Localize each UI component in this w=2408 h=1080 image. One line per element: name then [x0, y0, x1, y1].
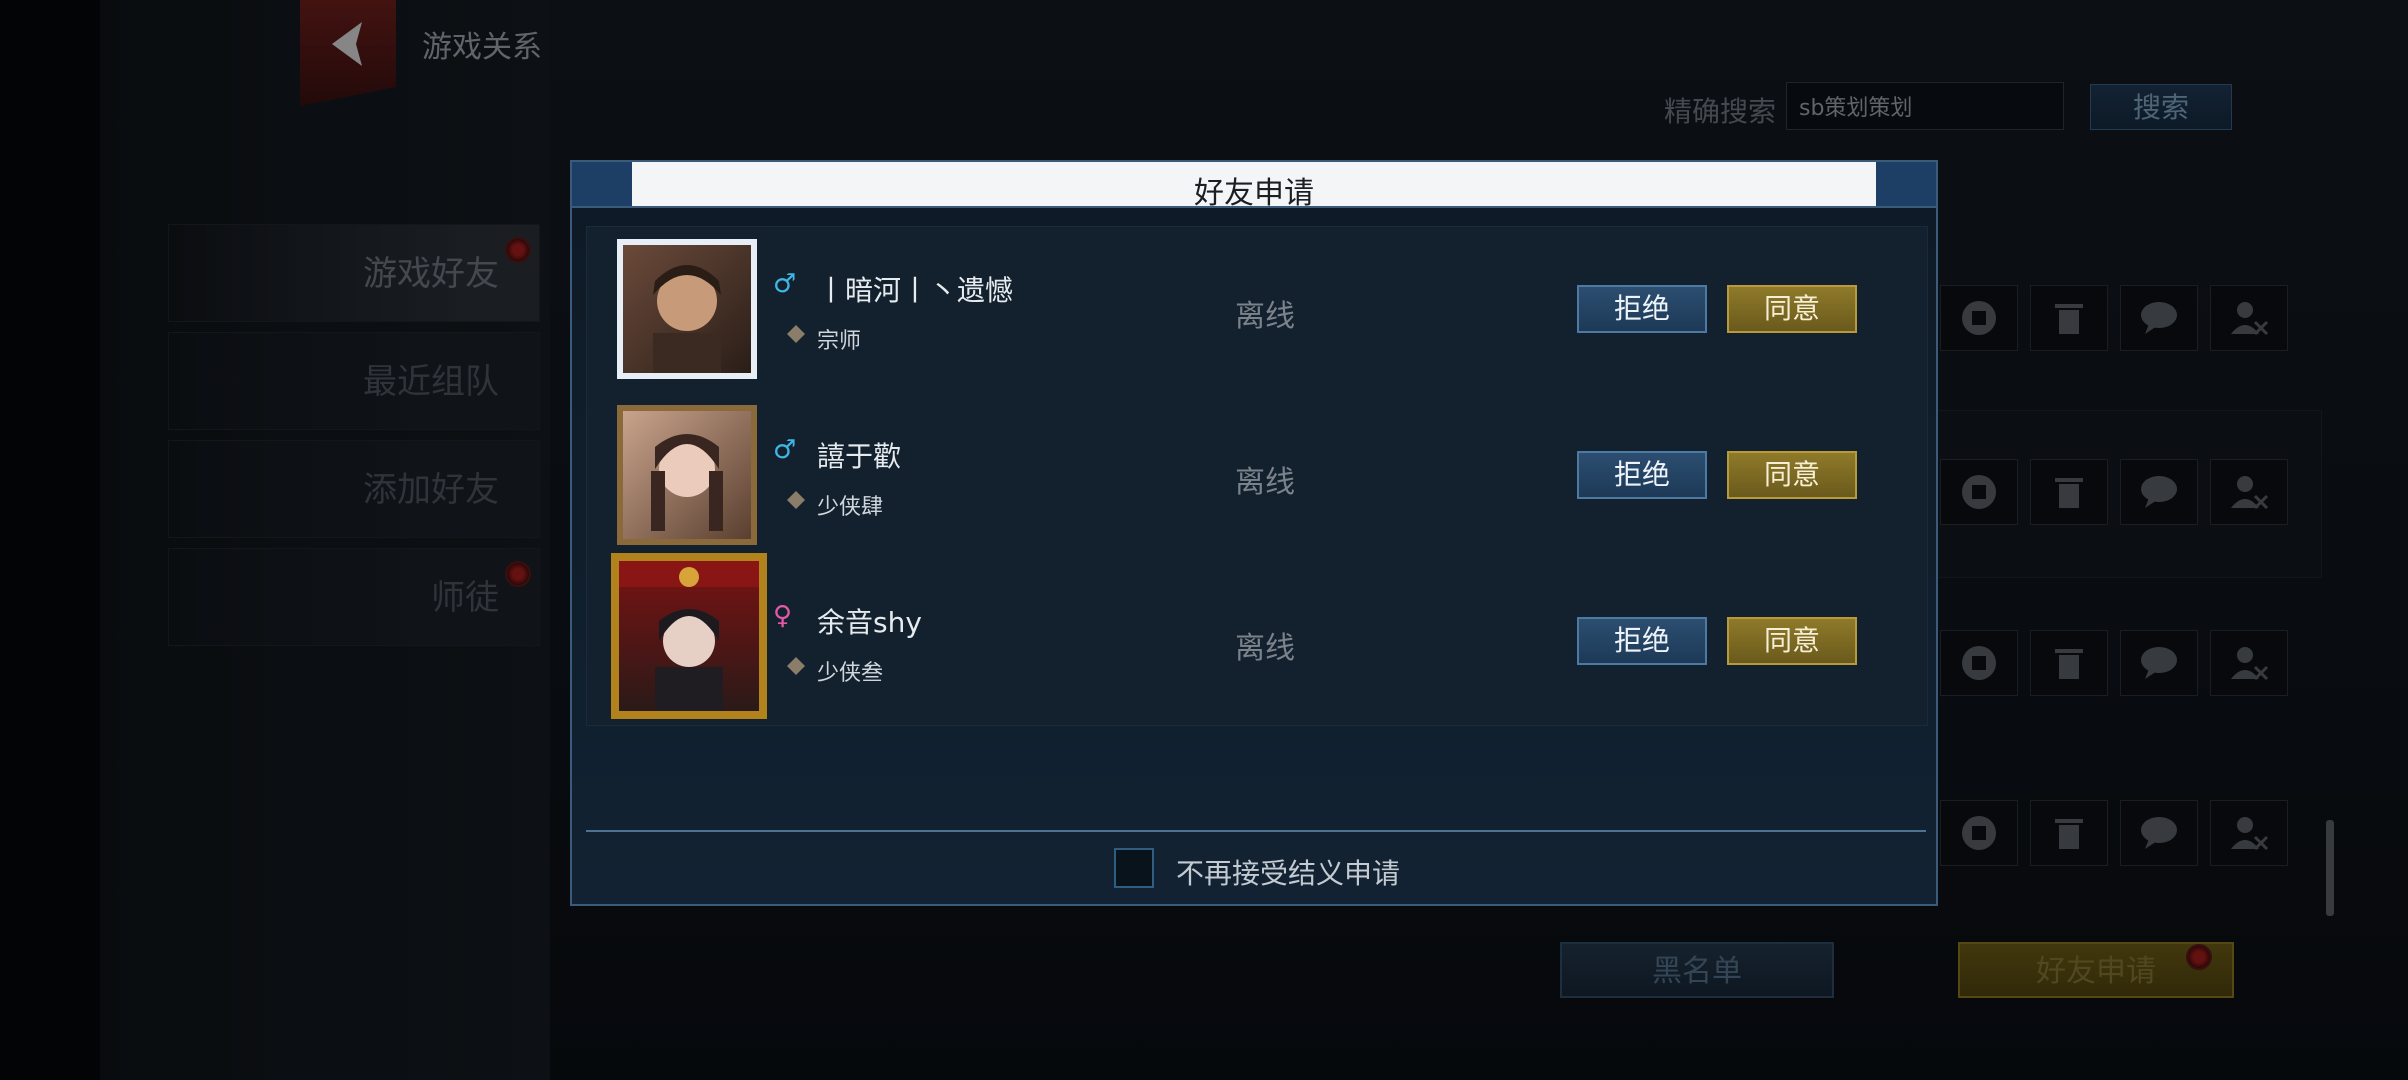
dialog-title: 好友申请: [1194, 176, 1314, 211]
rank-icon: [787, 657, 805, 675]
online-status: 离线: [1235, 465, 1295, 500]
rank-icon: [787, 491, 805, 509]
request-list: ♂ 丨暗河丨丶遗憾 宗师 离线 拒绝 同意 ♂ 譆于歡 少侠肆 离线 拒绝 同意…: [586, 226, 1928, 726]
decline-sworn-checkbox[interactable]: [1114, 848, 1154, 888]
online-status: 离线: [1235, 631, 1295, 666]
accept-button[interactable]: 同意: [1727, 285, 1857, 333]
dialog-header: 好友申请: [572, 162, 1936, 211]
player-name: 丨暗河丨丶遗憾: [817, 274, 1014, 307]
player-rank: 宗师: [817, 329, 862, 354]
player-name: 譆于歡: [817, 440, 902, 473]
rank-icon: [787, 325, 805, 343]
accept-button[interactable]: 同意: [1727, 617, 1857, 665]
player-name: 余音shy: [817, 606, 922, 639]
request-row: ♀ 余音shy 少侠叁 离线 拒绝 同意: [587, 553, 1927, 725]
accept-button[interactable]: 同意: [1727, 451, 1857, 499]
reject-button[interactable]: 拒绝: [1577, 285, 1707, 333]
player-rank: 少侠叁: [817, 661, 884, 686]
player-rank: 少侠肆: [817, 495, 884, 520]
online-status: 离线: [1235, 299, 1295, 334]
avatar[interactable]: [617, 405, 757, 545]
divider: [586, 830, 1926, 832]
checkbox-label: 不再接受结义申请: [1176, 857, 1401, 890]
reject-button[interactable]: 拒绝: [1577, 617, 1707, 665]
request-row: ♂ 丨暗河丨丶遗憾 宗师 离线 拒绝 同意: [587, 227, 1927, 393]
avatar-portrait: [653, 265, 721, 373]
male-icon: ♂: [773, 435, 797, 465]
request-row: ♂ 譆于歡 少侠肆 离线 拒绝 同意: [587, 393, 1927, 559]
reject-button[interactable]: 拒绝: [1577, 451, 1707, 499]
male-icon: ♂: [773, 269, 797, 299]
female-icon: ♀: [773, 601, 793, 631]
friend-request-dialog: 好友申请 ♂ 丨暗河丨丶遗憾 宗师 离线 拒绝 同意 ♂ 譆于歡 少侠肆 离线 …: [570, 160, 1938, 906]
avatar[interactable]: [611, 553, 767, 719]
avatar-portrait: [651, 434, 723, 531]
avatar[interactable]: [617, 239, 757, 379]
avatar-portrait: [619, 561, 759, 711]
